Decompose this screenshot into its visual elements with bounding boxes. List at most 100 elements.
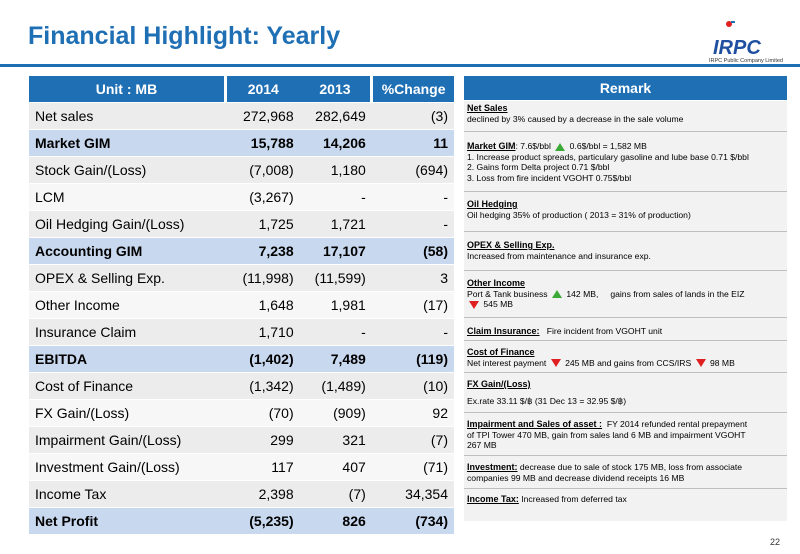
row-label: FX Gain/(Loss): [29, 399, 226, 427]
row-label: EBITDA: [29, 345, 226, 373]
opex-text: Increased from maintenance and insurance…: [467, 250, 651, 261]
table-row: EBITDA (1,402) 7,489 (119): [29, 345, 454, 373]
cell-2014: (3,267): [225, 183, 300, 211]
net-sales-text: declined by 3% caused by a decrease in t…: [467, 113, 684, 124]
financial-table: Unit : MB 2014 2013 %Change Net sales 272…: [29, 76, 454, 535]
row-label: Market GIM: [29, 129, 226, 157]
cell-change: (58): [371, 237, 454, 265]
row-label: Insurance Claim: [29, 318, 226, 346]
cell-2014: (5,235): [225, 507, 300, 535]
remark-income-tax: Income Tax: Increased from deferred tax: [467, 494, 785, 505]
cell-change: 92: [371, 399, 454, 427]
row-label: Income Tax: [29, 480, 226, 508]
cell-2014: 2,398: [225, 480, 300, 508]
cell-2014: (70): [225, 399, 300, 427]
cell-change: -: [371, 318, 454, 346]
col-header-change: %Change: [371, 76, 454, 103]
arrow-up-icon: [555, 142, 566, 151]
table-row: Net sales 272,968 282,649 (3): [29, 102, 454, 130]
page-title: Financial Highlight: Yearly: [28, 22, 341, 50]
table-row: Accounting GIM 7,238 17,107 (58): [29, 237, 454, 265]
cell-2014: 117: [225, 453, 300, 481]
cell-2014: (1,342): [225, 372, 300, 400]
table-row: Cost of Finance (1,342) (1,489) (10): [29, 372, 454, 400]
table-row: Insurance Claim 1,710- -: [29, 318, 454, 346]
remark-opex: OPEX & Selling Exp. Increased from maint…: [467, 240, 785, 261]
hedge-text: Oil hedging 35% of production ( 2013 = 3…: [467, 209, 691, 220]
imp-heading: Impairment and Sales of asset :: [467, 419, 603, 429]
table-row: Oil Hedging Gain/(Loss) 1,725 1,721-: [29, 210, 454, 238]
cell-2013: 17,107: [299, 237, 372, 265]
cell-2013: 1,180: [299, 156, 372, 184]
arrow-down-icon: [469, 300, 479, 309]
cell-2013: 321: [299, 426, 372, 454]
table-row: Stock Gain/(Loss) (7,008) 1,180 (694): [29, 156, 454, 184]
claim-text: Fire incident from VGOHT unit: [546, 326, 663, 336]
remark-divider: [464, 317, 787, 318]
cell-2014: 1,725: [225, 210, 300, 238]
cell-2013: (1,489): [299, 372, 372, 400]
remark-cost-of-finance: Cost of Finance Net interest payment 245…: [467, 347, 785, 368]
table-body: Net sales 272,968 282,649 (3) Market GIM 15,7…: [29, 102, 454, 535]
arrow-up-icon: [551, 290, 562, 299]
cell-2013: 14,206: [299, 129, 372, 157]
cof-heading: Cost of Finance: [467, 347, 535, 357]
table-row: OPEX & Selling Exp. (11,998) (11,599) 3: [29, 264, 454, 292]
remark-divider: [464, 340, 787, 341]
other-text-1: Port & Tank business: [467, 288, 548, 299]
other-text-4: 545 MB: [483, 299, 514, 309]
arrow-down-icon: [550, 359, 561, 368]
cell-change: 34,354: [371, 480, 454, 508]
row-label: Cost of Finance: [29, 372, 226, 400]
cell-2014: 299: [225, 426, 300, 454]
remark-divider: [464, 372, 787, 373]
row-label: Net Profit: [29, 507, 226, 535]
other-heading: Other Income: [467, 278, 526, 288]
inv-text-2: companies 99 MB and decrease dividend re…: [467, 472, 685, 483]
cell-2014: 1,648: [225, 291, 300, 319]
cell-2014: (7,008): [225, 156, 300, 184]
logo-star-icon: [726, 21, 735, 27]
table-row: Market GIM 15,788 14,206 11: [29, 129, 454, 157]
row-label: OPEX & Selling Exp.: [29, 264, 226, 292]
header-rule: [0, 64, 800, 67]
cell-2014: 7,238: [225, 237, 300, 265]
arrow-down-icon: [695, 359, 706, 368]
gim-heading: Market GIM: [467, 141, 516, 151]
remark-oil-hedging: Oil Hedging Oil hedging 35% of productio…: [467, 199, 785, 220]
cell-2013: 7,489: [299, 345, 372, 373]
remark-net-sales: Net Sales declined by 3% caused by a dec…: [467, 103, 785, 124]
remark-divider: [464, 412, 787, 413]
cell-2014: 1,710: [225, 318, 300, 346]
cell-2013: (7): [299, 480, 372, 508]
cof-text-2: 245 MB and gains from CCS/IRS: [565, 357, 692, 368]
remark-claim-insurance: Claim Insurance: Fire incident from VGOH…: [467, 326, 785, 337]
imp-text-3: 267 MB: [467, 440, 497, 450]
cell-change: 11: [371, 129, 454, 157]
cell-change: (17): [371, 291, 454, 319]
cof-text-3: 98 MB: [709, 357, 735, 368]
opex-heading: OPEX & Selling Exp.: [467, 240, 555, 250]
table-row: Net Profit (5,235) 826 (734): [29, 507, 454, 535]
claim-heading: Claim Insurance:: [467, 326, 540, 336]
page-number: 22: [770, 537, 781, 547]
gim-item-3: 3. Loss from fire incident VGOHT 0.75$/b…: [467, 172, 632, 183]
remark-divider: [464, 231, 787, 232]
row-label: Impairment Gain/(Loss): [29, 426, 226, 454]
cell-change: (7): [371, 426, 454, 454]
col-header-2014: 2014: [225, 76, 300, 103]
table-row: Investment Gain/(Loss) 117 407 (71): [29, 453, 454, 481]
remark-divider: [464, 191, 787, 192]
col-header-2013: 2013: [299, 76, 374, 103]
cell-change: (3): [371, 102, 454, 130]
fx-heading: FX Gain/(Loss): [467, 379, 531, 389]
table-header-row: Unit : MB 2014 2013 %Change: [29, 76, 454, 103]
tax-text: Increased from deferred tax: [521, 494, 627, 504]
cell-2013: 826: [299, 507, 372, 535]
table-row: Impairment Gain/(Loss) 299 321 (7): [29, 426, 454, 454]
cell-change: (10): [371, 372, 454, 400]
inv-text-1: decrease due to sale of stock 175 MB, lo…: [519, 462, 743, 472]
row-label: LCM: [29, 183, 226, 211]
table-row: Other Income 1,648 1,981 (17): [29, 291, 454, 319]
cell-change: -: [371, 183, 454, 211]
